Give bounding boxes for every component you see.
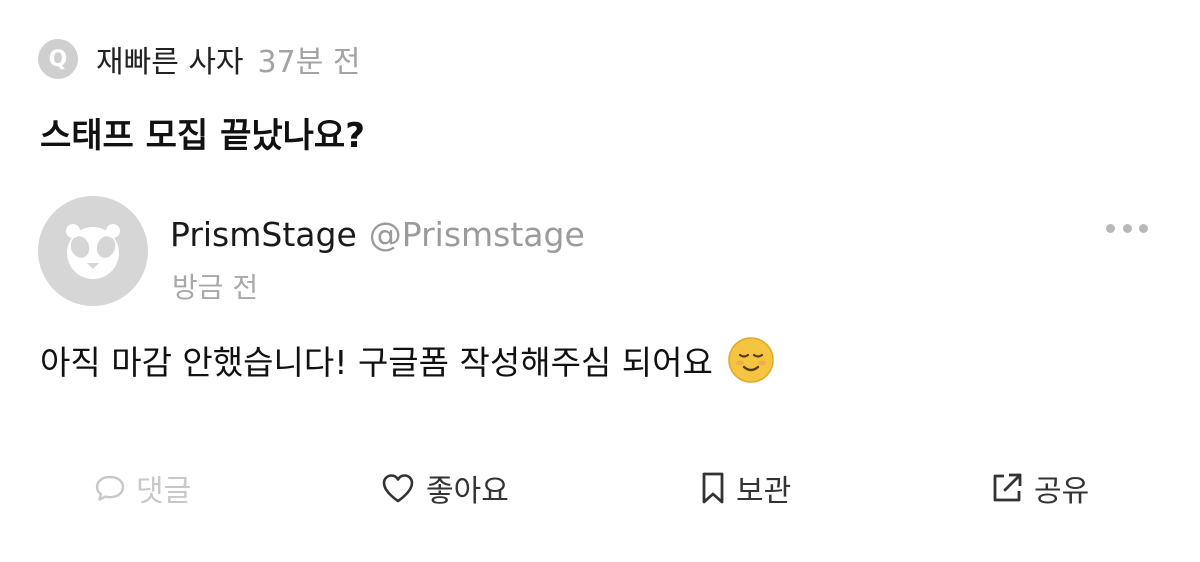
question-time: 37분 전 (257, 45, 361, 80)
question-title[interactable]: 스태프 모집 끝났나요? (40, 108, 365, 157)
smiling-face-icon (728, 337, 774, 383)
dot-icon (1139, 223, 1148, 233)
speech-bubble-icon (95, 475, 125, 501)
comment-label: 댓글 (136, 474, 192, 509)
dot-icon (1122, 223, 1132, 233)
answer-time: 방금 전 (172, 271, 259, 304)
answer-page: Q 재빠른 사자 37분 전 스태프 모집 끝났나요? PrismStage @… (0, 0, 1200, 562)
answer-author-row: PrismStage @Prismstage (170, 215, 585, 254)
question-header: Q 재빠른 사자 37분 전 (38, 34, 360, 84)
dot-icon (1106, 223, 1115, 233)
heart-icon (382, 474, 414, 503)
answer-author-handle[interactable]: @Prismstage (369, 215, 585, 254)
like-label: 좋아요 (426, 474, 509, 509)
share-button[interactable]: 공유 (990, 462, 1089, 514)
answer-body: 아직 마감 안했습니다! 구글폼 작성해주심 되어요 (40, 336, 775, 384)
share-label: 공유 (1034, 474, 1090, 509)
answer-author-name[interactable]: PrismStage (170, 215, 357, 254)
answer-text: 아직 마감 안했습니다! 구글폼 작성해주심 되어요 (40, 343, 713, 382)
question-badge-icon: Q (38, 39, 78, 79)
action-bar: 댓글 좋아요 보관 공유 (0, 462, 1200, 514)
panda-avatar-icon (66, 224, 120, 279)
comment-button[interactable]: 댓글 (94, 462, 191, 514)
save-label: 보관 (736, 474, 792, 509)
avatar[interactable] (38, 196, 148, 306)
like-button[interactable]: 좋아요 (380, 462, 509, 514)
more-options-button[interactable] (1106, 218, 1148, 238)
question-author[interactable]: 재빠른 사자 (96, 37, 244, 81)
share-external-icon (993, 473, 1022, 502)
save-button[interactable]: 보관 (700, 462, 791, 514)
bookmark-icon (702, 472, 724, 504)
